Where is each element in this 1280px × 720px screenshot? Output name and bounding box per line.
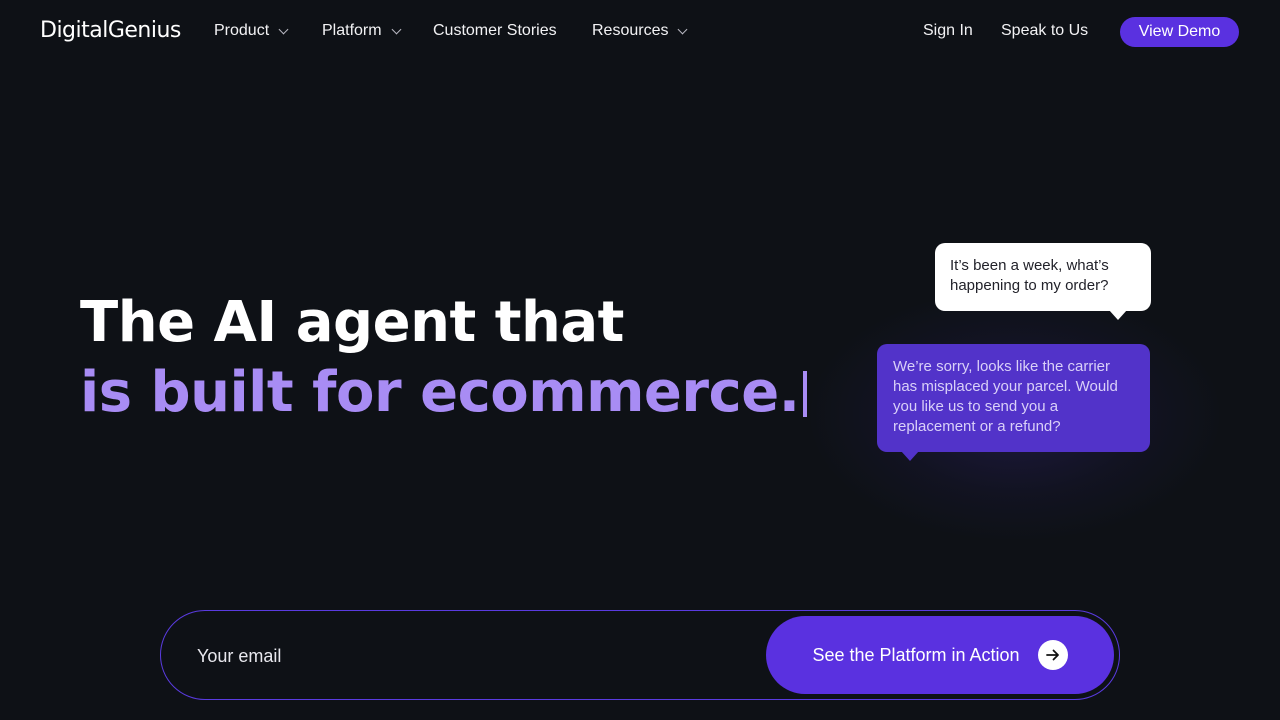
see-platform-button[interactable]: See the Platform in Action [766,616,1114,694]
nav-item-label: Customer Stories [433,22,557,39]
nav-item-platform[interactable]: Platform [322,22,402,40]
nav-item-product[interactable]: Product [214,22,289,40]
arrow-right-icon [1037,640,1068,670]
chevron-down-icon [278,24,289,34]
cta-label: See the Platform in Action [812,644,1020,665]
top-navigation: DigitalGenius Product Platform Customer … [0,0,1280,64]
nav-item-label: Product [214,22,270,39]
typing-cursor [803,371,808,417]
bubble-tail [1109,310,1127,320]
email-input[interactable] [197,633,757,679]
nav-item-label: Resources [592,22,669,39]
hero-line-2-text: is built for ecommerce. [80,360,800,425]
agent-chat-bubble: We’re sorry, looks like the carrier has … [877,344,1150,461]
customer-message: It’s been a week, what’s happening to my… [950,257,1109,294]
email-signup-form: See the Platform in Action [160,610,1120,700]
chevron-down-icon [678,24,688,34]
agent-message: We’re sorry, looks like the carrier has … [893,358,1118,435]
bubble-tail [901,451,919,461]
chevron-down-icon [391,24,402,34]
nav-item-customer-stories[interactable]: Customer Stories [433,22,557,40]
hero-line-2: is built for ecommerce. [80,358,808,428]
customer-chat-bubble: It’s been a week, what’s happening to my… [935,243,1151,320]
speak-to-us-link[interactable]: Speak to Us [1001,22,1088,40]
sign-in-link[interactable]: Sign In [923,22,973,40]
nav-item-label: Platform [322,22,382,39]
nav-item-resources[interactable]: Resources [592,22,688,40]
hero-headline: The AI agent that is built for ecommerce… [80,288,808,428]
hero-line-1: The AI agent that [80,290,624,355]
logo[interactable]: DigitalGenius [40,18,181,43]
view-demo-button[interactable]: View Demo [1120,17,1239,47]
